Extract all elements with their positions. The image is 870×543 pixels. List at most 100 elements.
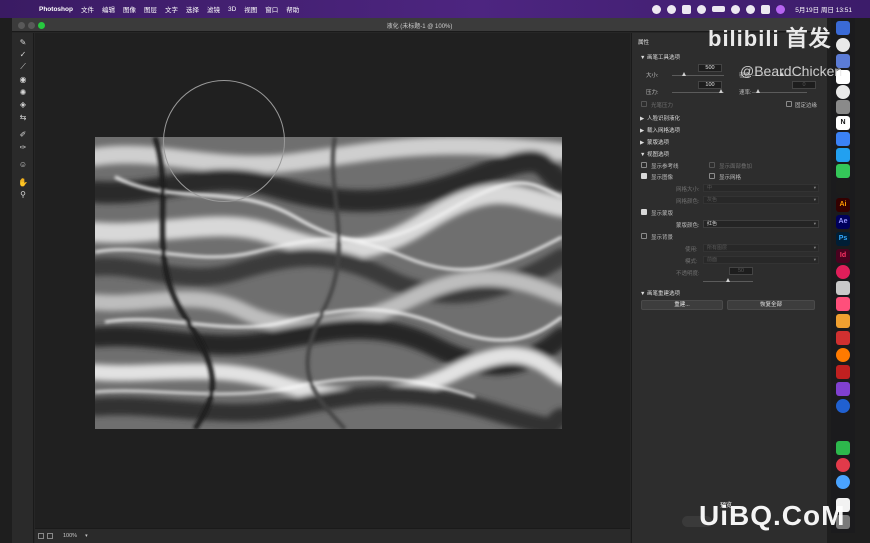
settings-icon[interactable] [836, 100, 850, 114]
restore-all-button[interactable]: 恢复全部 [727, 300, 815, 310]
size-input[interactable]: 500 [698, 64, 722, 72]
push-left-tool-icon[interactable]: ⇆ [12, 111, 34, 124]
size-slider[interactable] [672, 75, 724, 76]
menu-type[interactable]: 文字 [165, 4, 178, 14]
after-effects-icon[interactable]: Ae [836, 215, 850, 229]
heart-app-icon[interactable] [836, 297, 850, 311]
zoom-level[interactable]: 100% [63, 533, 77, 539]
app-icon-red[interactable] [836, 331, 850, 345]
canvas-area[interactable] [35, 33, 630, 528]
mask-options-section[interactable]: ▶ 蒙版选项 [640, 138, 669, 146]
zoom-dropdown-icon[interactable]: ▾ [85, 533, 88, 539]
reconstruct-tool-icon[interactable]: ✓ [12, 49, 34, 62]
pin-edges-checkbox[interactable] [786, 101, 792, 107]
menu-layer[interactable]: 图层 [144, 4, 157, 14]
final-cut-icon[interactable] [836, 180, 850, 194]
cloud-app-icon[interactable] [836, 148, 850, 162]
reconstruct-options-section[interactable]: ▼ 画笔重建选项 [640, 289, 680, 297]
zoom-tool-icon[interactable]: ⚲ [12, 189, 34, 202]
mask-color-select[interactable]: 红色 ▾ [703, 220, 819, 228]
pressure-slider[interactable] [672, 92, 724, 93]
menu-help[interactable]: 帮助 [286, 4, 299, 14]
view-options-section[interactable]: ▼ 视图选项 [640, 150, 669, 158]
app-icon-green[interactable] [836, 441, 850, 455]
hand-tool-icon[interactable]: ✋ [12, 176, 34, 189]
record-icon[interactable] [652, 4, 662, 14]
freeze-mask-tool-icon[interactable]: ✐ [12, 129, 34, 142]
app-icon-target[interactable] [836, 458, 850, 472]
brush-options-section[interactable]: ▼ 画笔工具选项 [640, 53, 680, 61]
menu-file[interactable]: 文件 [81, 4, 94, 14]
menu-filter[interactable]: 滤镜 [207, 4, 220, 14]
clock[interactable]: 5月19日 周日 13:51 [795, 4, 852, 14]
blender-icon[interactable] [836, 348, 850, 362]
reconstruct-button[interactable]: 重建... [641, 300, 723, 310]
chrome-icon[interactable] [836, 85, 850, 99]
messages-icon[interactable] [836, 164, 850, 178]
twirl-tool-icon[interactable]: ◉ [12, 74, 34, 87]
app-icon-cyan[interactable] [836, 475, 850, 489]
bloat-tool-icon[interactable]: ◈ [12, 99, 34, 112]
app-icon-blue[interactable] [836, 399, 850, 413]
mode-select[interactable]: 前面 ▾ [703, 256, 819, 264]
menu-3d[interactable]: 3D [228, 6, 236, 13]
thaw-mask-tool-icon[interactable]: ✑ [12, 141, 34, 154]
show-face-overlay-checkbox[interactable] [709, 162, 715, 168]
stylus-pressure-checkbox[interactable] [641, 101, 647, 107]
app-menu[interactable]: Photoshop [39, 6, 73, 13]
opacity-input[interactable]: 50 [729, 267, 753, 275]
mesh-size-select[interactable]: 中 ▾ [703, 184, 819, 192]
show-mesh-checkbox[interactable] [709, 173, 715, 179]
photoshop-icon[interactable]: Ps [836, 232, 850, 246]
app-icon-purple[interactable] [836, 382, 850, 396]
show-image-label: 显示图像 [651, 175, 674, 181]
menu-window[interactable]: 窗口 [265, 4, 278, 14]
search-icon[interactable] [746, 4, 756, 14]
pin-edges-label: 固定边缘 [795, 103, 818, 109]
illustrator-icon[interactable]: Ai [836, 198, 850, 212]
indesign-icon[interactable]: Id [836, 249, 850, 263]
face-tool-icon[interactable]: ☺ [12, 159, 34, 172]
pressure-slider-thumb[interactable] [719, 89, 723, 93]
wifi-icon[interactable] [731, 4, 741, 14]
rate-slider[interactable] [752, 92, 807, 93]
siri-icon[interactable] [776, 4, 786, 14]
face-aware-section[interactable]: ▶ 人脸识别液化 [640, 114, 680, 122]
rate-slider-thumb[interactable] [756, 89, 760, 93]
menu-view[interactable]: 视图 [244, 4, 257, 14]
forward-warp-tool-icon[interactable]: ✎ [12, 36, 34, 49]
adobe-icon[interactable] [682, 4, 692, 14]
show-image-checkbox[interactable] [641, 173, 647, 179]
app-icon-pink[interactable] [836, 265, 850, 279]
menu-edit[interactable]: 编辑 [102, 4, 115, 14]
finder-icon[interactable] [836, 21, 850, 35]
smooth-tool-icon[interactable]: ⟋ [12, 61, 34, 74]
accessibility-icon[interactable] [697, 4, 707, 14]
rate-input[interactable]: 0 [792, 81, 816, 89]
menu-image[interactable]: 图像 [123, 4, 136, 14]
app-icon-red-2[interactable] [836, 365, 850, 379]
cloud-icon[interactable] [667, 4, 677, 14]
show-backdrop-checkbox[interactable] [641, 233, 647, 239]
app-icon-grey[interactable] [836, 281, 850, 295]
battery-icon[interactable] [712, 6, 726, 12]
zoom-out-icon[interactable] [38, 533, 44, 539]
zoom-in-icon[interactable] [47, 533, 53, 539]
pressure-input[interactable]: 100 [698, 81, 722, 89]
notion-icon[interactable]: N [836, 116, 850, 130]
show-mask-checkbox[interactable] [641, 209, 647, 215]
app-icon-orange[interactable] [836, 314, 850, 328]
clock-app-icon[interactable] [836, 38, 850, 52]
show-backdrop-label: 显示背景 [651, 235, 674, 241]
app-store-icon[interactable] [836, 132, 850, 146]
show-guides-checkbox[interactable] [641, 162, 647, 168]
size-slider-thumb[interactable] [682, 72, 686, 76]
opacity-slider-thumb[interactable] [726, 278, 730, 282]
control-center-icon[interactable] [761, 4, 771, 14]
use-select[interactable]: 所有图层 ▾ [703, 244, 819, 252]
mesh-color-select[interactable]: 灰色 ▾ [703, 196, 819, 204]
liquid-marble-image[interactable] [95, 137, 562, 429]
pucker-tool-icon[interactable]: ✺ [12, 86, 34, 99]
menu-select[interactable]: 选择 [186, 4, 199, 14]
load-mesh-section[interactable]: ▶ 载入网格选项 [640, 126, 680, 134]
